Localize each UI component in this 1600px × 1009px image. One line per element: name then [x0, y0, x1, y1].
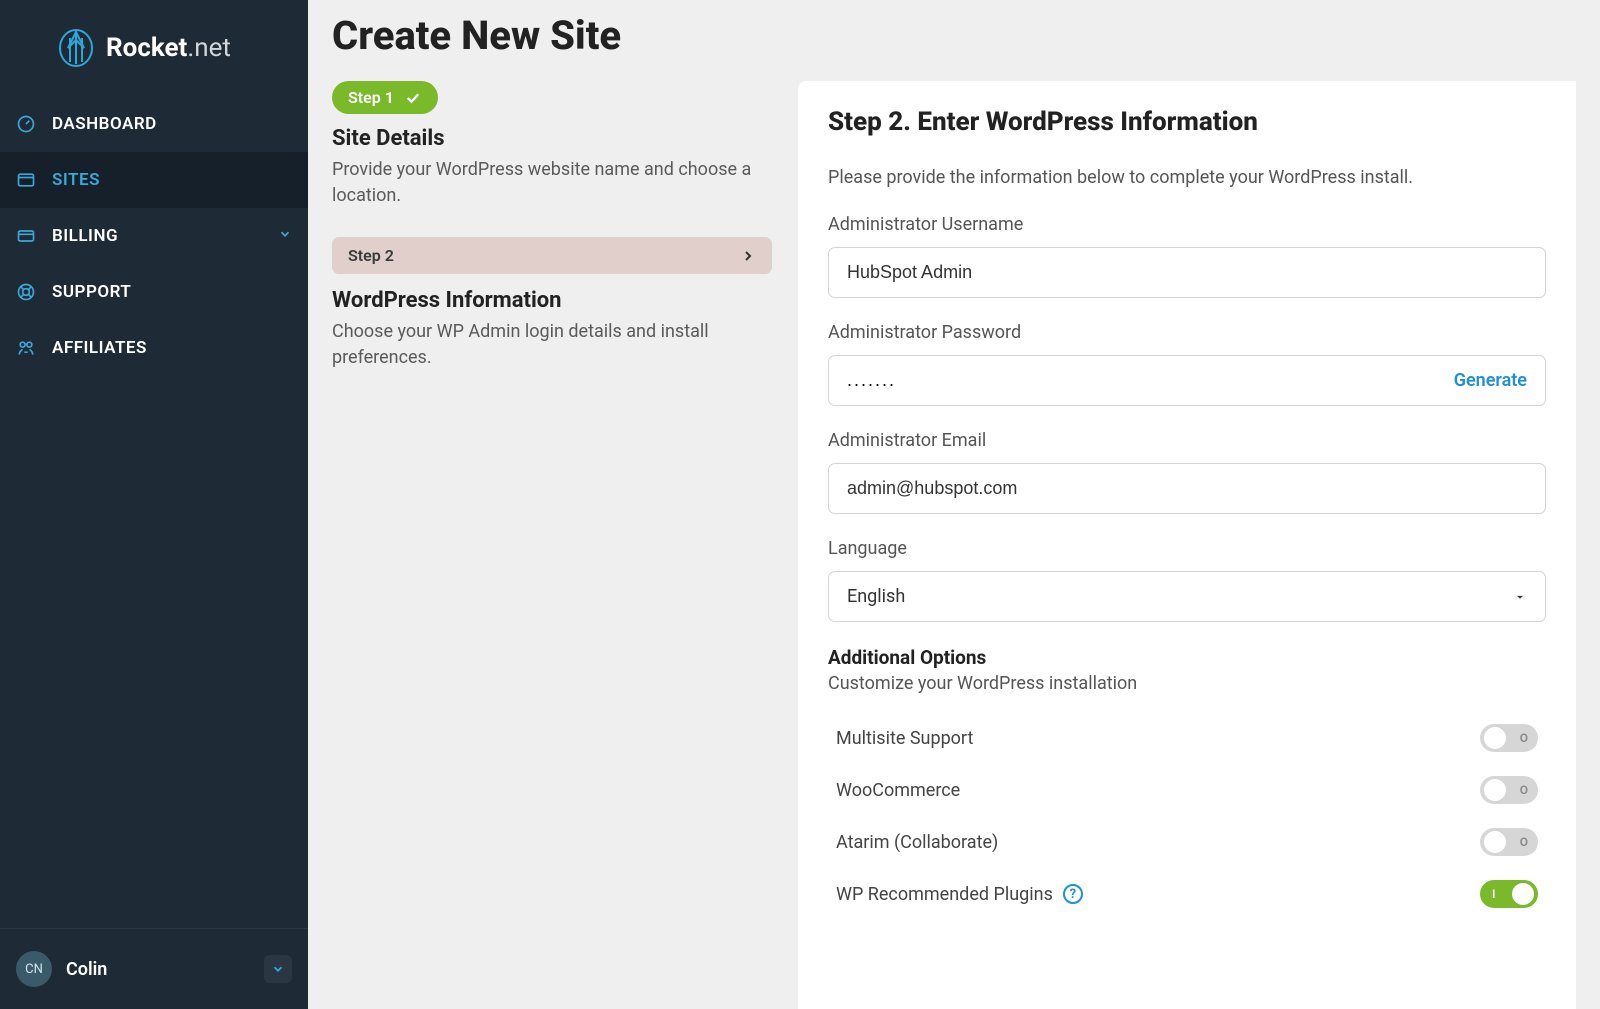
caret-down-icon [1513, 590, 1527, 604]
help-icon[interactable]: ? [1063, 884, 1083, 904]
chevron-down-icon [278, 226, 292, 246]
generate-button[interactable]: Generate [1454, 370, 1527, 391]
step-2-title: WordPress Information [332, 288, 772, 313]
option-atarim: Atarim (Collaborate) O [828, 816, 1546, 868]
step-2-row[interactable]: Step 2 [332, 237, 772, 274]
sidebar-item-label: DASHBOARD [52, 114, 157, 134]
email-label: Administrator Email [828, 430, 1546, 451]
step-2-desc: Choose your WP Admin login details and i… [332, 319, 772, 371]
toggle-woocommerce[interactable]: O [1480, 776, 1538, 804]
option-woocommerce-label: WooCommerce [836, 780, 960, 801]
sidebar-item-support[interactable]: SUPPORT [0, 264, 308, 320]
panel: Step 2. Enter WordPress Information Plea… [798, 81, 1576, 1009]
people-icon [16, 338, 36, 358]
panel-intro: Please provide the information below to … [828, 167, 1546, 188]
content-row: Step 1 Site Details Provide your WordPre… [332, 81, 1576, 1009]
logo-text: Rocket.net [106, 33, 231, 63]
email-input[interactable] [828, 463, 1546, 514]
sidebar-item-sites[interactable]: SITES [0, 152, 308, 208]
user-name: Colin [66, 959, 107, 980]
lifebuoy-icon [16, 282, 36, 302]
sidebar-item-label: AFFILIATES [52, 338, 147, 358]
language-select[interactable]: English [828, 571, 1546, 622]
option-wprec: WP Recommended Plugins ? I [828, 868, 1546, 920]
sidebar: Rocket.net DASHBOARD SITES BILLING [0, 0, 308, 1009]
user-menu[interactable]: CN Colin [0, 928, 308, 1009]
step-1-badge: Step 1 [332, 81, 438, 114]
option-atarim-label: Atarim (Collaborate) [836, 832, 998, 853]
field-language: Language English [828, 538, 1546, 622]
password-label: Administrator Password [828, 322, 1546, 343]
main: Create New Site Step 1 Site Details Prov… [308, 0, 1600, 1009]
page-title: Create New Site [332, 0, 1576, 81]
step-1-desc: Provide your WordPress website name and … [332, 157, 772, 209]
step-1-label: Step 1 [348, 88, 394, 107]
avatar: CN [16, 951, 52, 987]
language-label: Language [828, 538, 1546, 559]
sidebar-item-dashboard[interactable]: DASHBOARD [0, 96, 308, 152]
sidebar-item-label: SUPPORT [52, 282, 131, 302]
additional-desc: Customize your WordPress installation [828, 673, 1546, 694]
step-2-row-label: Step 2 [348, 246, 394, 265]
logo: Rocket.net [0, 0, 308, 96]
steps-column: Step 1 Site Details Provide your WordPre… [332, 81, 772, 1009]
rocket-logo-icon [58, 28, 94, 68]
nav: DASHBOARD SITES BILLING SUPPORT [0, 96, 308, 928]
panel-title: Step 2. Enter WordPress Information [828, 107, 1546, 137]
sidebar-item-label: BILLING [52, 226, 118, 246]
password-input[interactable] [847, 356, 1454, 405]
additional-section: Additional Options Customize your WordPr… [828, 646, 1546, 920]
check-icon [404, 89, 422, 107]
field-password: Administrator Password Generate [828, 322, 1546, 406]
field-email: Administrator Email [828, 430, 1546, 514]
field-username: Administrator Username [828, 214, 1546, 298]
card-icon [16, 226, 36, 246]
password-input-wrap: Generate [828, 355, 1546, 406]
sidebar-item-billing[interactable]: BILLING [0, 208, 308, 264]
sidebar-item-affiliates[interactable]: AFFILIATES [0, 320, 308, 376]
toggle-atarim[interactable]: O [1480, 828, 1538, 856]
username-label: Administrator Username [828, 214, 1546, 235]
option-multisite: Multisite Support O [828, 712, 1546, 764]
option-multisite-label: Multisite Support [836, 728, 973, 749]
window-icon [16, 170, 36, 190]
gauge-icon [16, 114, 36, 134]
toggle-wprec[interactable]: I [1480, 880, 1538, 908]
language-value: English [847, 586, 905, 607]
chevron-right-icon [740, 248, 756, 264]
option-woocommerce: WooCommerce O [828, 764, 1546, 816]
option-wprec-label: WP Recommended Plugins ? [836, 884, 1083, 905]
step-1-title: Site Details [332, 126, 772, 151]
chevron-down-icon[interactable] [264, 955, 292, 983]
additional-title: Additional Options [828, 646, 1546, 669]
username-input[interactable] [828, 247, 1546, 298]
sidebar-item-label: SITES [52, 170, 100, 190]
toggle-multisite[interactable]: O [1480, 724, 1538, 752]
